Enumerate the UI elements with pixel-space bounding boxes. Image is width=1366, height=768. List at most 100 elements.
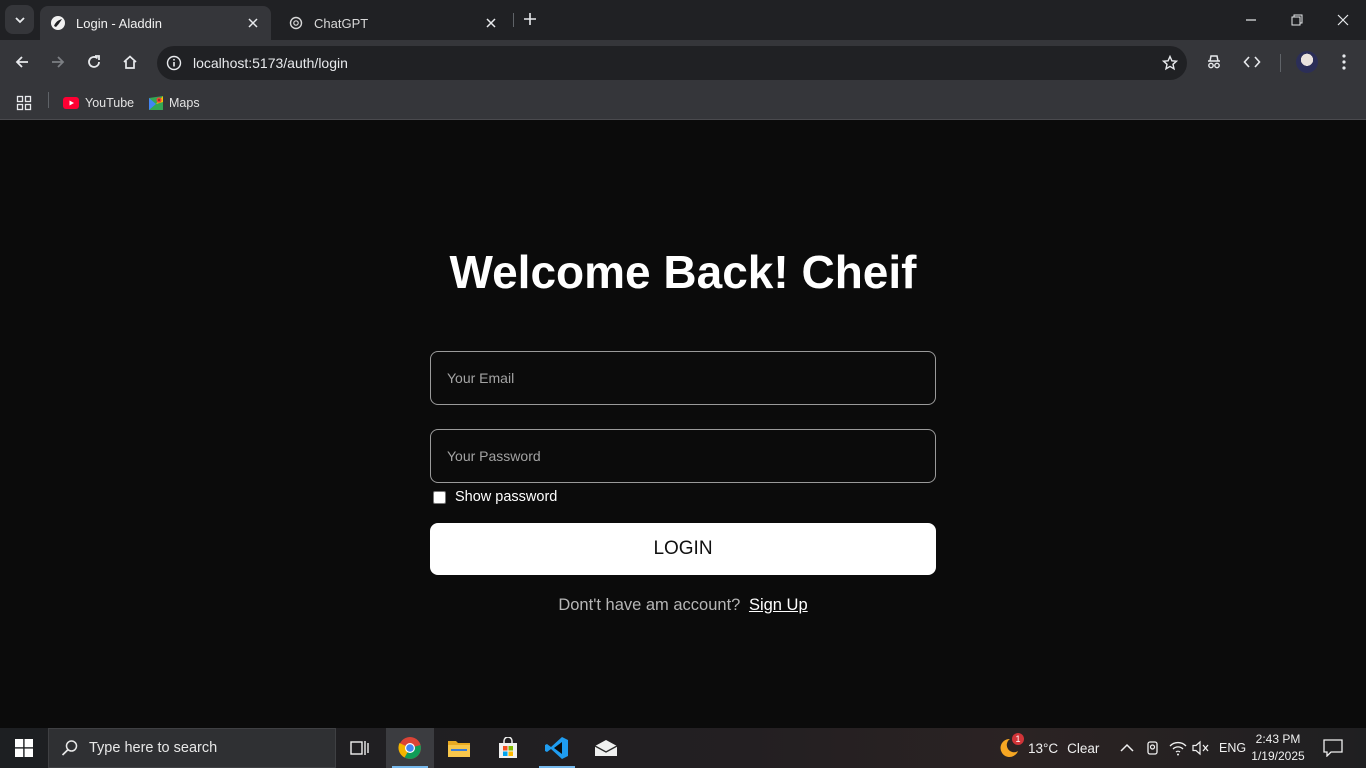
folder-icon xyxy=(448,741,470,757)
speaker-muted-icon xyxy=(1192,740,1209,756)
windows-taskbar: Type here to search 1 13°C Clear ENG 2:4… xyxy=(0,728,1366,768)
search-icon xyxy=(61,739,79,757)
bookmark-label: Maps xyxy=(169,96,200,110)
tab-login-aladdin[interactable]: Login - Aladdin xyxy=(40,6,271,40)
reload-icon xyxy=(88,55,100,68)
login-page: Welcome Back! Cheif Show password LOGIN … xyxy=(0,121,1366,728)
notifications-button[interactable] xyxy=(1323,728,1343,768)
more-vertical-icon xyxy=(1342,54,1346,70)
arrow-left-icon xyxy=(15,56,28,68)
signup-prompt: Dont't have am account? Sign Up xyxy=(0,596,1366,615)
youtube-icon xyxy=(63,97,79,109)
minimize-button[interactable] xyxy=(1228,0,1274,40)
mail-icon xyxy=(594,740,618,756)
show-password-checkbox[interactable] xyxy=(433,490,446,504)
new-tab-button[interactable] xyxy=(519,8,541,30)
volume-button[interactable] xyxy=(1192,728,1210,768)
clock-time: 2:43 PM xyxy=(1255,732,1301,746)
weather-condition: Clear xyxy=(1067,740,1100,756)
bookmark-maps[interactable]: Maps xyxy=(149,92,200,114)
bookmark-star-icon[interactable] xyxy=(1153,55,1187,71)
close-window-button[interactable] xyxy=(1320,0,1366,40)
tab-search-button[interactable] xyxy=(5,5,34,34)
aladdin-favicon-icon xyxy=(50,15,66,31)
taskbar-microsoft-store[interactable] xyxy=(484,728,532,768)
address-bar[interactable]: localhost:5173/auth/login xyxy=(157,46,1187,80)
weather-moon-icon: 1 xyxy=(996,733,1024,760)
incognito-extension-button[interactable] xyxy=(1200,48,1228,76)
chrome-icon xyxy=(398,737,421,759)
show-password-label: Show password xyxy=(455,489,558,505)
chrome-menu-button[interactable] xyxy=(1330,48,1358,76)
apps-grid-icon xyxy=(16,95,32,111)
taskbar-search-box[interactable]: Type here to search xyxy=(48,728,336,768)
apps-button[interactable] xyxy=(16,92,32,114)
weather-temperature: 13°C xyxy=(1028,740,1059,756)
restore-button[interactable] xyxy=(1274,0,1320,40)
home-icon xyxy=(123,55,137,69)
bookmarks-separator xyxy=(48,92,49,108)
profile-avatar[interactable] xyxy=(1296,51,1318,73)
bookmarks-bar: YouTube Maps xyxy=(0,85,1366,120)
close-icon xyxy=(1337,14,1349,26)
email-input[interactable] xyxy=(447,370,935,386)
weather-widget[interactable]: 1 13°C Clear xyxy=(996,728,1099,768)
close-tab-icon[interactable] xyxy=(245,15,261,31)
language-label: ENG xyxy=(1219,741,1247,755)
devtools-button[interactable] xyxy=(1238,48,1266,76)
back-button[interactable] xyxy=(8,48,36,76)
taskbar-chrome[interactable] xyxy=(386,728,434,768)
code-icon xyxy=(1243,56,1261,68)
task-view-icon xyxy=(350,741,369,755)
signup-prompt-text: Dont't have am account? xyxy=(558,596,741,614)
taskbar-file-explorer[interactable] xyxy=(435,728,483,768)
reload-button[interactable] xyxy=(80,48,108,76)
site-info-icon[interactable] xyxy=(157,55,191,71)
bookmark-label: YouTube xyxy=(85,96,135,110)
tab-chatgpt[interactable]: ChatGPT xyxy=(278,6,509,40)
notification-icon xyxy=(1323,739,1343,757)
taskbar-mail[interactable] xyxy=(582,728,630,768)
meet-now-button[interactable] xyxy=(1145,728,1161,768)
language-indicator[interactable]: ENG xyxy=(1219,728,1246,768)
password-field[interactable] xyxy=(430,429,936,483)
login-button[interactable]: LOGIN xyxy=(430,523,936,575)
vscode-icon xyxy=(545,737,568,759)
forward-button[interactable] xyxy=(44,48,72,76)
show-password-toggle[interactable]: Show password xyxy=(433,489,557,505)
tab-strip: Login - Aladdin ChatGPT xyxy=(0,0,1366,40)
home-button[interactable] xyxy=(116,48,144,76)
minimize-icon xyxy=(1246,19,1256,21)
chatgpt-favicon-icon xyxy=(288,15,304,31)
tab-title: ChatGPT xyxy=(314,15,369,31)
maps-icon xyxy=(149,96,163,110)
plus-icon xyxy=(524,13,536,25)
close-tab-icon[interactable] xyxy=(483,15,499,31)
bookmark-youtube[interactable]: YouTube xyxy=(63,92,134,114)
task-view-button[interactable] xyxy=(336,728,384,768)
store-bag-icon xyxy=(499,737,517,758)
weather-badge: 1 xyxy=(1012,733,1024,745)
signup-link[interactable]: Sign Up xyxy=(749,596,808,614)
camera-icon xyxy=(1147,741,1158,755)
wifi-icon xyxy=(1169,741,1187,756)
taskbar-vscode[interactable] xyxy=(533,728,581,768)
chevron-up-icon xyxy=(1120,743,1134,752)
email-field[interactable] xyxy=(430,351,936,405)
chevron-down-icon xyxy=(14,16,25,23)
windows-logo-icon xyxy=(15,739,33,757)
show-hidden-icons-button[interactable] xyxy=(1120,728,1134,768)
clock-date: 1/19/2025 xyxy=(1251,749,1305,763)
url-text[interactable]: localhost:5173/auth/login xyxy=(193,55,1153,71)
tab-separator xyxy=(513,13,514,27)
password-input[interactable] xyxy=(447,448,935,464)
page-title: Welcome Back! Cheif xyxy=(449,246,917,298)
arrow-right-icon xyxy=(52,56,65,68)
system-clock[interactable]: 2:43 PM 1/19/2025 xyxy=(1246,731,1310,765)
restore-icon xyxy=(1291,14,1303,26)
toolbar-separator xyxy=(1280,54,1281,72)
taskbar-search-placeholder: Type here to search xyxy=(89,740,218,756)
network-button[interactable] xyxy=(1169,728,1187,768)
start-button[interactable] xyxy=(0,728,48,768)
browser-toolbar: localhost:5173/auth/login xyxy=(0,40,1366,85)
